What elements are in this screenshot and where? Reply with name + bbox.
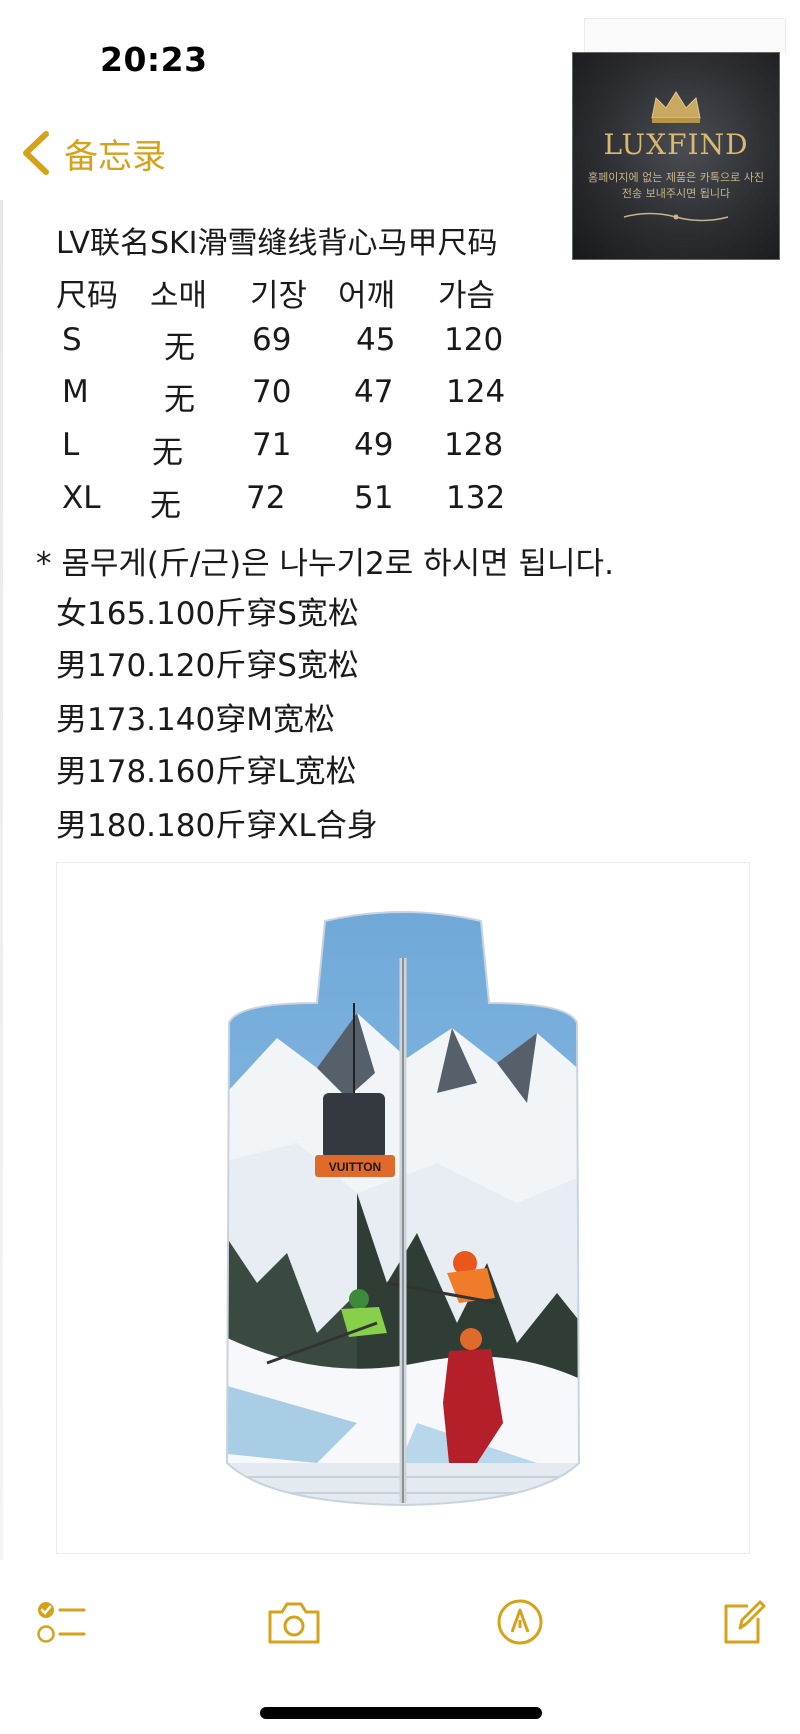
svg-text:VUITTON: VUITTON <box>329 1160 381 1174</box>
status-time: 20:23 <box>100 40 208 79</box>
header-chest: 가슴 <box>438 278 496 314</box>
size-table-row: S 无 69 45 120 <box>0 322 560 372</box>
cell-length: 70 <box>252 374 292 410</box>
header-length: 기장 <box>250 278 308 314</box>
note-title: LV联名SKI滑雪缝线背心马甲尺码 <box>56 226 498 261</box>
fit-recommendation: 男173.140穿M宽松 <box>56 702 335 738</box>
cell-sleeve: 无 <box>150 488 181 524</box>
flourish-ornament <box>623 212 729 222</box>
back-label: 备忘录 <box>64 136 166 177</box>
compose-button[interactable] <box>720 1598 766 1646</box>
markup-button[interactable] <box>496 1598 544 1646</box>
cell-shoulder: 51 <box>354 480 394 516</box>
camera-button[interactable] <box>266 1600 322 1646</box>
checklist-button[interactable] <box>36 1600 88 1646</box>
markup-icon <box>497 1599 543 1645</box>
cell-size: S <box>62 322 82 358</box>
back-button[interactable]: 备忘录 <box>16 128 166 178</box>
size-table-row: M 无 70 47 124 <box>0 374 560 424</box>
header-size: 尺码 <box>56 278 118 314</box>
header-shoulder: 어깨 <box>338 278 396 314</box>
compose-icon <box>724 1600 766 1644</box>
banner-tagline: 홈페이지에 없는 제품은 카톡으로 사진 전송 보내주시면 됩니다 <box>588 171 764 200</box>
checklist-icon <box>37 1602 86 1643</box>
fit-recommendation: 女165.100斤穿S宽松 <box>56 596 359 632</box>
cell-chest: 128 <box>444 427 504 463</box>
camera-icon <box>268 1602 320 1644</box>
cell-shoulder: 49 <box>354 427 394 463</box>
size-table-row: XL 无 72 51 132 <box>0 480 560 530</box>
fit-recommendation: 男170.120斤穿S宽松 <box>56 648 359 684</box>
cell-size: XL <box>62 480 101 516</box>
home-indicator[interactable] <box>260 1707 542 1719</box>
ski-vest-illustration: VUITTON <box>225 911 581 1507</box>
cell-length: 69 <box>252 322 292 358</box>
cell-length: 72 <box>246 480 286 516</box>
cell-shoulder: 45 <box>356 322 396 358</box>
product-image[interactable]: VUITTON <box>56 862 750 1554</box>
header-sleeve: 소매 <box>150 278 208 314</box>
fit-recommendation: 男178.160斤穿L宽松 <box>56 754 357 790</box>
cell-sleeve: 无 <box>152 435 183 471</box>
cell-shoulder: 47 <box>354 374 394 410</box>
cell-size: M <box>62 374 89 410</box>
cell-length: 71 <box>252 427 292 463</box>
browser-tab-edge <box>584 18 786 53</box>
banner-brand: LUXFIND <box>603 128 749 161</box>
chevron-left-icon <box>23 131 49 175</box>
crown-icon <box>651 91 701 123</box>
cell-sleeve: 无 <box>164 330 195 366</box>
size-table-header: 尺码 소매 기장 어깨 가슴 <box>0 270 560 320</box>
cell-chest: 120 <box>444 322 504 358</box>
fit-recommendation: 男180.180斤穿XL合身 <box>56 808 378 844</box>
cell-chest: 132 <box>446 480 506 516</box>
cell-size: L <box>62 427 80 463</box>
size-table-row: L 无 71 49 128 <box>0 427 560 477</box>
luxfind-banner: LUXFIND 홈페이지에 없는 제품은 카톡으로 사진 전송 보내주시면 됩니… <box>572 52 780 260</box>
weight-note: * 몸무게(斤/근)은 나누기2로 하시면 됩니다. <box>36 546 614 582</box>
cell-chest: 124 <box>446 374 506 410</box>
cell-sleeve: 无 <box>164 382 195 418</box>
